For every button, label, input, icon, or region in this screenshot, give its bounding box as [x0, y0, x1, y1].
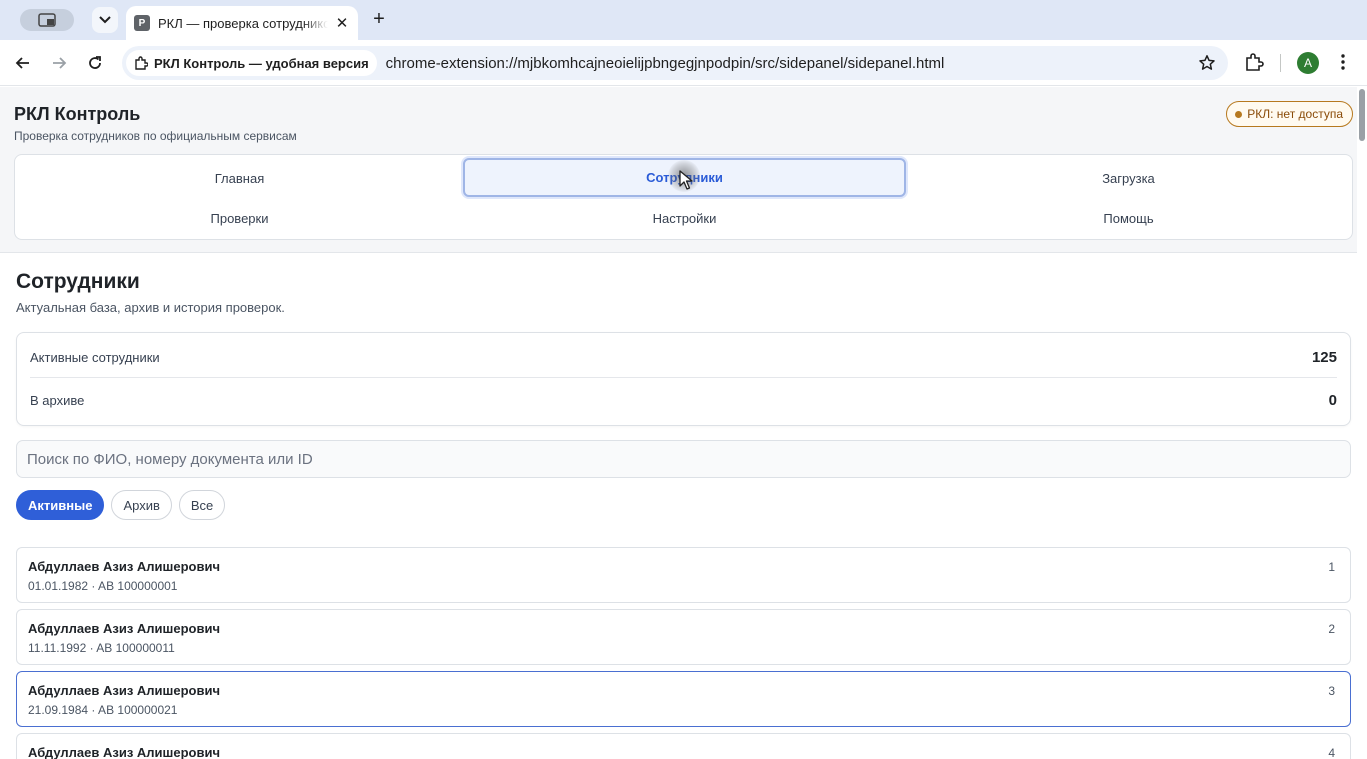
page-scrollbar[interactable]	[1357, 87, 1367, 759]
filter-all-chip[interactable]: Все	[178, 490, 226, 520]
employee-list-item-selected[interactable]: Абдуллаев Азиз Алишерович 21.09.1984 · A…	[16, 671, 1351, 727]
status-dot-icon	[1235, 110, 1243, 118]
tab-search-button[interactable]	[92, 7, 118, 33]
browser-tabstrip: Р РКЛ — проверка сотрудников ✕ +	[0, 0, 1367, 40]
close-icon[interactable]: ✕	[334, 14, 350, 32]
filter-active-chip[interactable]: Активные	[16, 490, 105, 520]
window-icon	[38, 13, 56, 27]
tab-favicon-icon: Р	[134, 15, 150, 31]
app-subtitle: Проверка сотрудников по официальным серв…	[14, 129, 297, 143]
mouse-cursor-icon	[679, 170, 693, 190]
bookmark-star-icon[interactable]	[1198, 54, 1216, 77]
employee-name: Абдуллаев Азиз Алишерович	[28, 683, 221, 698]
employee-name: Абдуллаев Азиз Алишерович	[28, 559, 221, 574]
stat-row-archived: В архиве 0	[30, 380, 1337, 420]
new-tab-button[interactable]: +	[368, 9, 390, 31]
employee-index: 2	[1328, 622, 1335, 636]
employee-index: 3	[1328, 684, 1335, 698]
nav-checks[interactable]: Проверки	[18, 199, 461, 237]
profile-switch-button[interactable]	[20, 9, 74, 31]
employee-filter-chips: Активные Архив Все	[16, 490, 226, 520]
nav-settings[interactable]: Настройки	[463, 199, 906, 237]
tab-title: РКЛ — проверка сотрудников	[158, 15, 328, 31]
toolbar-divider	[1280, 54, 1281, 72]
chevron-down-icon	[99, 16, 111, 24]
employee-meta: 01.01.1982 · AB 100000001	[28, 579, 178, 593]
nav-upload[interactable]: Загрузка	[907, 159, 1350, 197]
employee-stats-card: Активные сотрудники 125 В архиве 0	[16, 332, 1351, 426]
extension-icon	[135, 56, 148, 70]
employee-list: Абдуллаев Азиз Алишерович 01.01.1982 · A…	[16, 547, 1351, 759]
site-info-chip[interactable]: РКЛ Контроль — удобная версия	[126, 50, 377, 76]
arrow-left-icon	[15, 57, 29, 69]
stat-label-archived: В архиве	[30, 392, 85, 408]
address-bar[interactable]: РКЛ Контроль — удобная версия chrome-ext…	[122, 46, 1228, 80]
puzzle-icon	[1246, 53, 1264, 71]
reload-icon	[89, 56, 101, 69]
url-text[interactable]: chrome-extension://mjbkomhcajneoielijpbn…	[386, 55, 945, 72]
section-title: Сотрудники	[16, 270, 140, 293]
forward-button[interactable]	[48, 52, 70, 74]
employee-meta: 11.11.1992 · AB 100000011	[28, 641, 175, 655]
employee-list-item[interactable]: Абдуллаев Азиз Алишерович 4	[16, 733, 1351, 759]
filter-archive-chip[interactable]: Архив	[111, 490, 172, 520]
profile-avatar[interactable]: A	[1297, 52, 1319, 74]
status-badge-label: РКЛ: нет доступа	[1247, 107, 1343, 121]
employee-meta: 21.09.1984 · AB 100000021	[28, 703, 178, 717]
employee-list-item[interactable]: Абдуллаев Азиз Алишерович 01.01.1982 · A…	[16, 547, 1351, 603]
browser-menu-button[interactable]	[1336, 52, 1350, 77]
back-button[interactable]	[12, 52, 34, 74]
stat-row-active: Активные сотрудники 125	[30, 338, 1337, 378]
extensions-button[interactable]	[1244, 52, 1264, 77]
stat-label-active: Активные сотрудники	[30, 350, 160, 365]
section-subtitle: Актуальная база, архив и история проверо…	[16, 300, 285, 315]
app-title: РКЛ Контроль	[14, 104, 141, 124]
stat-value-archived: 0	[1328, 391, 1337, 409]
stat-value-active: 125	[1311, 349, 1337, 366]
employee-index: 1	[1328, 560, 1335, 574]
employee-name: Абдуллаев Азиз Алишерович	[28, 621, 221, 636]
status-badge: РКЛ: нет доступа	[1226, 101, 1353, 127]
nav-home[interactable]: Главная	[18, 159, 461, 197]
reload-button[interactable]	[84, 52, 106, 74]
scrollbar-thumb[interactable]	[1359, 89, 1365, 141]
employee-index: 4	[1328, 746, 1335, 759]
browser-tab[interactable]: Р РКЛ — проверка сотрудников ✕	[126, 6, 358, 40]
nav-help[interactable]: Помощь	[907, 199, 1350, 237]
site-chip-label: РКЛ Контроль — удобная версия	[154, 55, 369, 71]
employee-search-input[interactable]	[16, 440, 1351, 478]
employee-name: Абдуллаев Азиз Алишерович	[28, 745, 221, 759]
kebab-menu-icon	[1341, 54, 1345, 70]
browser-toolbar: РКЛ Контроль — удобная версия chrome-ext…	[0, 40, 1367, 86]
employee-list-item[interactable]: Абдуллаев Азиз Алишерович 11.11.1992 · A…	[16, 609, 1351, 665]
arrow-right-icon	[53, 57, 67, 69]
